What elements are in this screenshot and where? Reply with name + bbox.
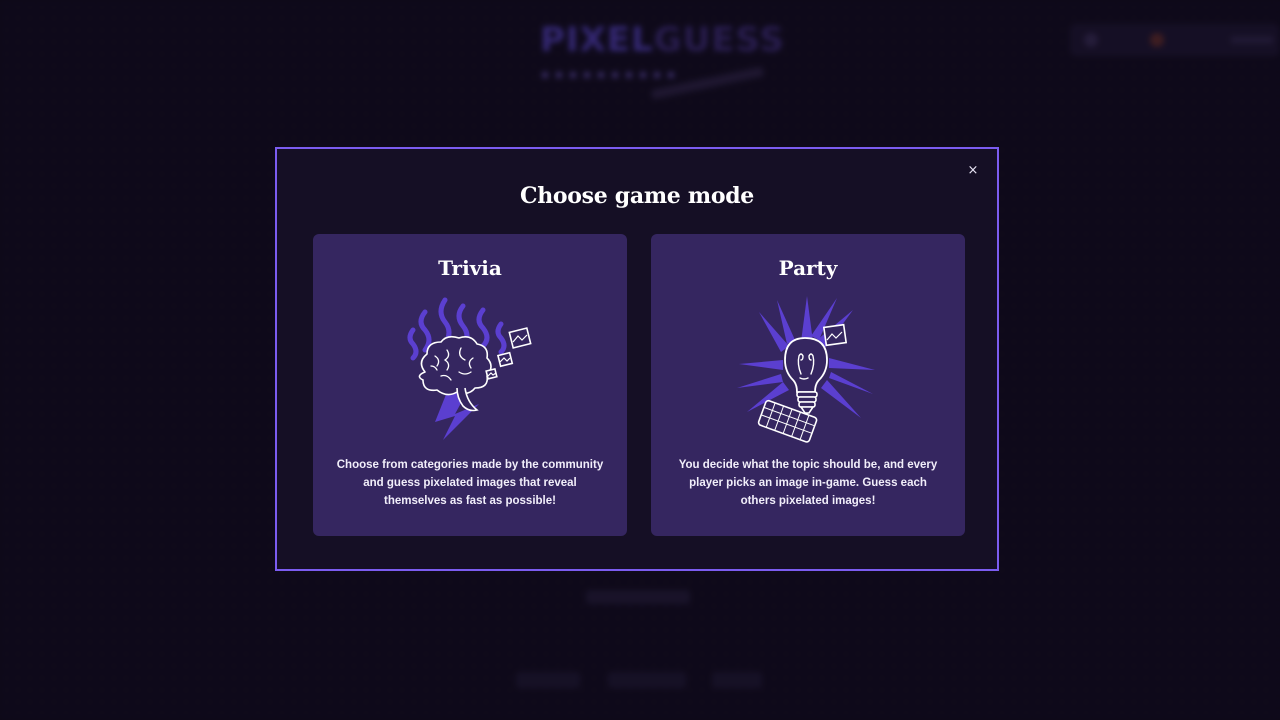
party-description: You decide what the topic should be, and… [678,459,938,507]
game-mode-modal: × Choose game mode Trivia Choose from ca… [275,147,999,571]
close-button[interactable]: × [963,161,983,181]
modal-title: Choose game mode [520,183,754,209]
brain-lightning-icon [407,297,532,440]
trivia-title: Trivia [438,256,502,280]
party-mode-card[interactable]: Party You decide what the topic should b… [651,234,965,536]
party-title: Party [778,256,838,280]
lightbulb-keyboard-icon [737,296,875,443]
trivia-description: Choose from categories made by the commu… [336,459,604,507]
trivia-mode-card[interactable]: Trivia Choose from categories made by th… [313,234,627,536]
